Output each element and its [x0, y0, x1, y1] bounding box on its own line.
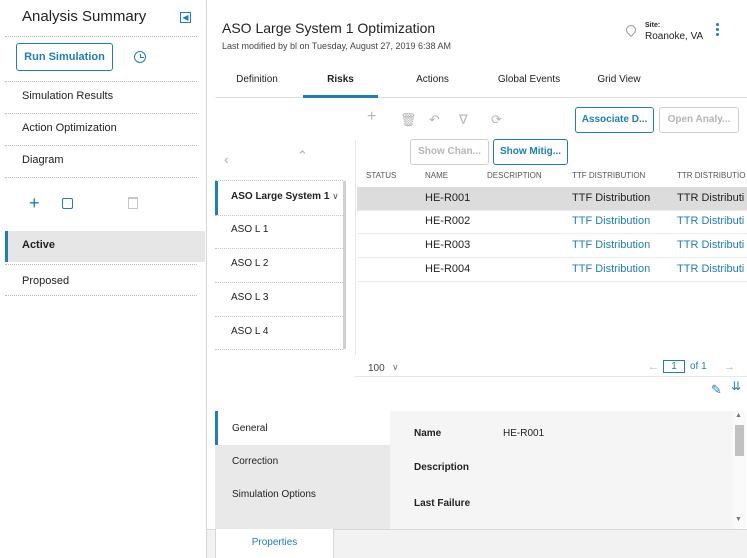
divider [5, 113, 197, 114]
chevron-down-icon: ∨ [332, 191, 339, 201]
run-simulation-button[interactable]: Run Simulation [16, 43, 113, 71]
cell-ttr-link[interactable]: TTR Distributi [677, 215, 747, 227]
divider [215, 316, 343, 317]
cell-name: HE-R003 [425, 239, 471, 251]
divider [357, 257, 747, 258]
open-analysis-button: Open Analy... [659, 107, 739, 133]
scroll-down-icon[interactable]: ▼ [735, 516, 742, 523]
tree-back-icon[interactable]: ‹ [224, 151, 229, 167]
show-mitigations-button[interactable]: Show Mitig... [493, 139, 568, 165]
divider [215, 248, 343, 249]
properties-tab[interactable]: Properties [215, 529, 334, 558]
active-tab-indicator [303, 95, 378, 98]
sidebar-item-action-optimization[interactable]: Action Optimization [22, 122, 117, 134]
divider [357, 233, 747, 234]
divider [357, 281, 747, 282]
tab-grid-view[interactable]: Grid View [580, 74, 658, 85]
cell-name: HE-R002 [425, 215, 471, 227]
tab-global-events[interactable]: Global Events [485, 74, 573, 85]
tree-up-icon[interactable]: ⌃ [297, 148, 308, 164]
page-size-select[interactable]: 100 [368, 363, 385, 374]
current-page-input[interactable]: 1 [663, 360, 685, 373]
cell-ttr-link[interactable]: TTR Distributi [677, 239, 747, 251]
divider [5, 177, 197, 178]
details-tabs-filler [215, 511, 390, 529]
cell-ttr-link[interactable]: TTR Distributi [677, 192, 747, 204]
details-tab-correction-label: Correction [232, 456, 279, 467]
site-value: Roanoke, VA [645, 31, 704, 42]
divider [5, 295, 197, 296]
delete-icon: 🗑 [400, 112, 417, 127]
collapse-panel-icon[interactable]: ⇊ [731, 379, 741, 393]
site-label: Site: [645, 22, 661, 29]
page-count-label: of 1 [690, 361, 707, 372]
divider [355, 376, 747, 377]
column-header-description[interactable]: DESCRIPTION [487, 171, 542, 180]
show-changes-button: Show Chan... [410, 139, 489, 165]
column-header-name[interactable]: NAME [425, 171, 448, 180]
tree-item[interactable]: ASO L 2 [231, 258, 268, 269]
cell-name: HE-R004 [425, 263, 471, 275]
edit-icon[interactable]: ✎ [711, 382, 722, 398]
column-header-ttf[interactable]: TTF DISTRIBUTION [572, 171, 645, 180]
divider [215, 215, 343, 216]
tab-definition[interactable]: Definition [216, 74, 298, 85]
tree-item[interactable]: ASO L 1 [231, 224, 268, 235]
page-title: ASO Large System 1 Optimization [222, 20, 436, 36]
tree-item-selected-label: ASO Large System 1 ∨ [231, 191, 339, 202]
divider [5, 145, 197, 146]
grid-border [355, 140, 356, 355]
details-tab-general-label: General [232, 423, 268, 434]
cell-ttf-link[interactable]: TTF Distribution [572, 263, 650, 275]
tree-item[interactable]: ASO L 3 [231, 292, 268, 303]
column-header-ttr[interactable]: TTR DISTRIBUTIO [677, 171, 747, 180]
divider [357, 210, 747, 211]
field-name-value: HE-R001 [503, 428, 545, 439]
details-tab-simulation-options-label: Simulation Options [232, 489, 316, 500]
divider [5, 36, 197, 37]
copy-scenario-icon[interactable] [62, 198, 73, 209]
filter-icon: ∇ [459, 112, 468, 127]
sidebar-item-diagram[interactable]: Diagram [22, 154, 64, 166]
scenario-active-label: Active [22, 239, 56, 251]
cell-name: HE-R001 [425, 192, 471, 204]
previous-page-icon: ← [648, 361, 659, 373]
chevron-down-icon[interactable]: ∨ [392, 362, 399, 373]
cell-ttf-link[interactable]: TTF Distribution [572, 239, 650, 251]
more-options-icon[interactable] [716, 23, 719, 36]
delete-scenario-icon [128, 197, 138, 209]
scenario-proposed[interactable]: Proposed [22, 275, 69, 287]
column-header-status[interactable]: STATUS [366, 171, 396, 180]
field-description-label: Description [414, 462, 470, 473]
cell-ttr-link[interactable]: TTR Distributi [677, 263, 747, 275]
divider [5, 81, 197, 82]
add-scenario-icon[interactable]: + [29, 194, 40, 212]
sidebar-item-simulation-results[interactable]: Simulation Results [22, 90, 113, 102]
tabs-baseline [215, 97, 747, 98]
undo-icon: ↶ [429, 112, 440, 127]
associate-button[interactable]: Associate D... [575, 107, 654, 133]
field-name-label: Name [414, 428, 442, 439]
cell-ttf-link[interactable]: TTF Distribution [572, 192, 650, 204]
divider [5, 264, 197, 265]
tree-item[interactable]: ASO L 4 [231, 326, 268, 337]
divider [215, 282, 343, 283]
tree-scrollbar[interactable] [343, 181, 346, 349]
sidebar-title: Analysis Summary [22, 8, 147, 25]
next-page-icon: → [724, 361, 735, 373]
last-modified-text: Last modified by bl on Tuesday, August 2… [222, 41, 451, 51]
tab-actions[interactable]: Actions [390, 74, 475, 85]
tab-risks[interactable]: Risks [303, 74, 378, 85]
cell-ttf-link[interactable]: TTF Distribution [572, 215, 650, 227]
add-icon: + [367, 108, 377, 125]
field-last-failure-label: Last Failure [414, 498, 471, 509]
refresh-icon: ⟳ [491, 112, 502, 127]
divider [215, 349, 343, 350]
collapse-sidebar-icon[interactable]: ◀ [180, 12, 191, 23]
location-pin-icon [623, 22, 639, 38]
scroll-up-icon[interactable]: ▲ [735, 412, 742, 419]
history-icon[interactable] [134, 51, 146, 63]
scrollbar-thumb[interactable] [735, 425, 744, 456]
